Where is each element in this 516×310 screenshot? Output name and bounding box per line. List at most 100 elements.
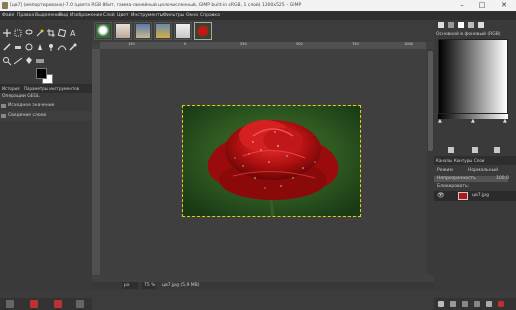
pattern-icon[interactable]	[448, 22, 454, 28]
raise-layer-icon[interactable]	[462, 301, 468, 307]
ruler-tick: 250	[240, 42, 247, 46]
gradient-button[interactable]	[472, 147, 478, 153]
lock-row: Блокировать:	[434, 183, 516, 191]
gradient-button[interactable]	[448, 147, 454, 153]
ruler-tick: 150	[128, 42, 135, 46]
opacity-value[interactable]: 100,0	[496, 175, 509, 183]
vertical-ruler[interactable]	[92, 49, 100, 275]
gradient-stop-right-icon[interactable]: ▲	[503, 119, 507, 124]
image-tab-active[interactable]	[194, 22, 212, 40]
menu-tools[interactable]: Инструменты	[131, 11, 163, 20]
menu-edit[interactable]: Правка	[17, 11, 34, 20]
foreground-color[interactable]	[36, 68, 47, 79]
right-dock: Основной в фоновый (RGB) ▲ ▲ ▲ Каналы Ко…	[434, 20, 516, 310]
clone-icon[interactable]	[24, 42, 34, 52]
document-icon[interactable]	[468, 22, 474, 28]
gradient-stop-left-icon[interactable]: ▲	[438, 119, 442, 124]
layer-name[interactable]: цв7.jpg	[472, 191, 489, 201]
transform-icon[interactable]	[57, 28, 67, 38]
gradient-tab-icon[interactable]	[478, 22, 484, 28]
redo-icon[interactable]	[76, 300, 84, 308]
fuzzy-select-icon[interactable]	[35, 28, 45, 38]
gradient-icon[interactable]	[35, 56, 45, 66]
undo-icon[interactable]	[6, 300, 14, 308]
toolbox-bottom-bar	[0, 298, 92, 310]
history-item[interactable]: Исходное значение	[0, 101, 92, 111]
bucket-icon[interactable]	[24, 56, 34, 66]
menu-help[interactable]: Справка	[200, 11, 220, 20]
toolbox-dock-tabs: История Параметры инструментов	[0, 84, 92, 93]
color-picker-icon[interactable]	[68, 42, 78, 52]
menu-select[interactable]: Выделение	[35, 11, 62, 20]
eye-icon[interactable]: 👁	[437, 193, 445, 199]
history-item[interactable]: Сведение слоев	[0, 111, 92, 121]
image-tab[interactable]	[134, 22, 152, 40]
eraser-icon[interactable]	[13, 42, 23, 52]
menu-filters[interactable]: Фильтры	[163, 11, 184, 20]
rect-select-icon[interactable]	[13, 28, 23, 38]
brush-icon[interactable]	[438, 22, 444, 28]
maximize-button[interactable]: □	[474, 0, 490, 11]
move-icon[interactable]	[2, 28, 12, 38]
close-button[interactable]: ✕	[496, 0, 512, 11]
menu-file[interactable]: Файл	[2, 11, 14, 20]
panel-title: Операции GEGL	[2, 94, 40, 99]
image-tab[interactable]	[114, 22, 132, 40]
paint-icon[interactable]	[2, 42, 12, 52]
layer-thumbnail	[458, 192, 468, 200]
smudge-icon[interactable]	[35, 42, 45, 52]
crop-icon[interactable]	[46, 28, 56, 38]
new-layer-icon[interactable]	[438, 301, 444, 307]
image-tab[interactable]	[154, 22, 172, 40]
zoom-icon[interactable]	[2, 56, 12, 66]
ruler-tick: 500	[296, 42, 303, 46]
image-thumbnail	[176, 24, 190, 38]
tab-tool-options[interactable]: Параметры инструментов	[24, 84, 79, 93]
delete-icon[interactable]	[54, 300, 62, 308]
tab-paths[interactable]: Контуры	[454, 156, 472, 165]
menu-windows[interactable]: Окна	[186, 11, 198, 20]
menu-image[interactable]: Изображение	[70, 11, 102, 20]
measure-icon[interactable]	[13, 56, 23, 66]
image-thumbnail	[196, 24, 210, 38]
menu-layer[interactable]: Слой	[103, 11, 115, 20]
layer-row[interactable]: 👁 цв7.jpg	[434, 191, 516, 201]
tab-channels[interactable]: Каналы	[436, 156, 452, 165]
tab-history[interactable]: История	[2, 84, 20, 93]
new-group-icon[interactable]	[450, 301, 456, 307]
gradient-preview[interactable]	[438, 39, 508, 114]
gradient-stop-mid-icon[interactable]: ▲	[471, 119, 475, 124]
lasso-icon[interactable]	[24, 28, 34, 38]
gradient-button[interactable]	[494, 147, 500, 153]
image-tab[interactable]	[174, 22, 192, 40]
fg-bg-color-swatch[interactable]	[36, 68, 54, 84]
zoom-select[interactable]: 75 %	[142, 282, 156, 289]
menu-color[interactable]: Цвет	[117, 11, 129, 20]
delete-layer-icon[interactable]	[498, 301, 504, 307]
image-thumbnail	[136, 24, 150, 38]
scrollbar-thumb[interactable]	[428, 51, 433, 151]
horizontal-ruler[interactable]: 150 0 250 500 750 1000	[100, 42, 426, 49]
mode-select[interactable]: Нормальный	[468, 166, 498, 175]
rose-photo[interactable]	[182, 105, 361, 217]
menu-view[interactable]: Вид	[59, 11, 68, 20]
dodge-icon[interactable]	[46, 42, 56, 52]
path-icon[interactable]	[57, 42, 67, 52]
lower-layer-icon[interactable]	[474, 301, 480, 307]
gradient-stops[interactable]: ▲ ▲ ▲	[438, 119, 508, 124]
image-canvas[interactable]	[100, 49, 427, 275]
clear-history-icon[interactable]	[30, 300, 38, 308]
duplicate-layer-icon[interactable]	[486, 301, 492, 307]
tab-layers[interactable]: Слои	[474, 156, 484, 165]
history-image-icon	[1, 104, 6, 108]
layers-dock-tabs: Каналы Контуры Слои	[434, 156, 516, 165]
mode-label: Режим	[437, 168, 453, 173]
vertical-scrollbar[interactable]	[427, 49, 434, 275]
text-icon[interactable]: A	[68, 28, 78, 38]
font-icon[interactable]	[458, 22, 464, 28]
lock-label: Блокировать:	[437, 184, 470, 189]
unit-select[interactable]: px	[122, 282, 138, 289]
image-tabs	[92, 20, 434, 42]
minimize-button[interactable]: –	[454, 0, 470, 11]
image-tab[interactable]	[94, 22, 112, 40]
